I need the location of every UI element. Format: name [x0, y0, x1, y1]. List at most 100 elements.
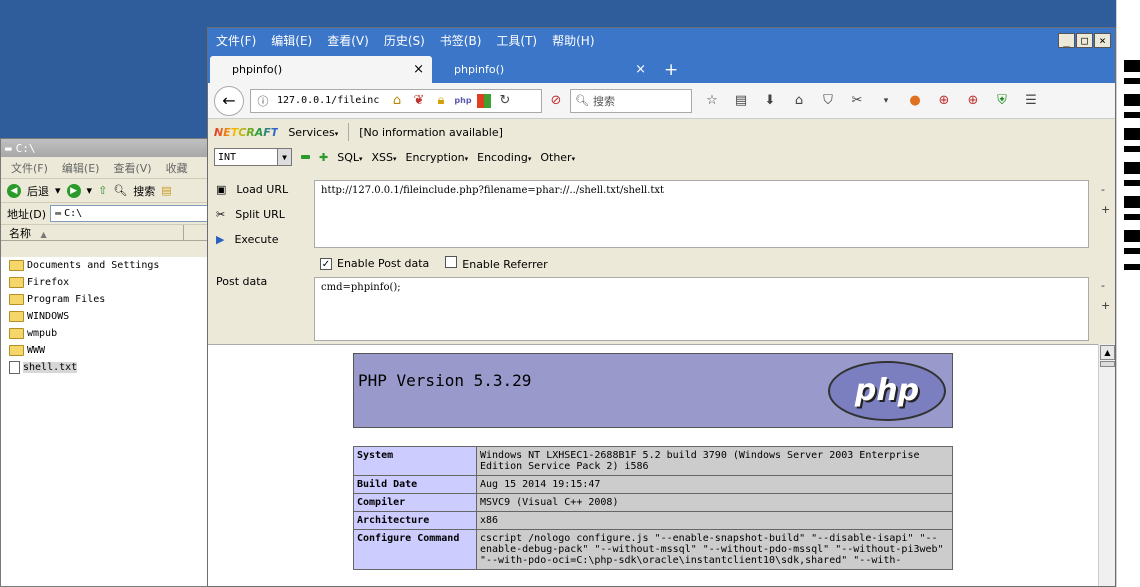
- list-item[interactable]: Documents and Settings: [1, 257, 212, 274]
- row-value: Windows NT LXHSEC1-2688B1F 5.2 build 379…: [476, 446, 953, 476]
- table-row: Compiler MSVC9 (Visual C++ 2008): [353, 493, 953, 512]
- new-tab-icon[interactable]: +: [654, 60, 688, 83]
- addon-orange-icon[interactable]: ●: [907, 93, 923, 109]
- back-button[interactable]: ←: [214, 85, 244, 116]
- scroll-up-icon[interactable]: ▲: [1100, 345, 1115, 360]
- block-addon-icon[interactable]: ⊘: [548, 93, 564, 109]
- load-url-icon: ▣: [216, 183, 227, 196]
- forward-dropdown-icon[interactable]: ▾: [87, 184, 93, 197]
- screenshot-addon-icon[interactable]: ✂: [849, 93, 865, 109]
- ff-menu-tools[interactable]: 工具(T): [496, 32, 537, 49]
- hackbar-url-input[interactable]: http://127.0.0.1/fileinclude.php?filenam…: [314, 180, 1089, 248]
- expand-post-button[interactable]: +: [1101, 299, 1110, 312]
- ff-menu-view[interactable]: 查看(V): [327, 32, 369, 49]
- dropdown-icon[interactable]: ▾: [878, 93, 894, 109]
- reload-icon[interactable]: ↻: [497, 93, 513, 109]
- explorer-menu-view[interactable]: 查看(V): [113, 160, 151, 176]
- close-tab-icon[interactable]: ×: [413, 62, 424, 77]
- search-bar[interactable]: 🔍︎ 搜索: [570, 88, 692, 113]
- back-arrow-icon[interactable]: ◀: [7, 183, 21, 198]
- download-icon[interactable]: ⬇: [762, 93, 778, 109]
- ff-menu-history[interactable]: 历史(S): [384, 32, 425, 49]
- sql-menu[interactable]: SQL▾: [337, 151, 362, 164]
- xss-menu[interactable]: XSS▾: [372, 151, 397, 164]
- row-value: Aug 15 2014 19:15:47: [476, 475, 953, 494]
- address-input[interactable]: ▬ C:\: [50, 205, 212, 222]
- list-item[interactable]: Program Files: [1, 291, 212, 308]
- maximize-button[interactable]: □: [1076, 33, 1093, 48]
- reading-list-icon[interactable]: ▤: [733, 93, 749, 109]
- search-button[interactable]: 搜索: [133, 183, 155, 199]
- addon-search-icon[interactable]: ⊕: [965, 93, 981, 109]
- list-item[interactable]: wmpub: [1, 325, 212, 342]
- scroll-thumb[interactable]: [1100, 361, 1115, 367]
- pocket-icon[interactable]: ⛉: [820, 93, 836, 109]
- row-value: MSVC9 (Visual C++ 2008): [476, 493, 953, 512]
- close-tab-icon[interactable]: ×: [635, 62, 646, 77]
- ff-menu-help[interactable]: 帮助(H): [552, 32, 594, 49]
- back-arrow-icon: ←: [222, 91, 236, 110]
- php-logo-text: php: [854, 373, 920, 408]
- dropdown-icon: ▾: [527, 154, 532, 163]
- services-menu[interactable]: Services▾: [288, 126, 338, 139]
- explorer-menu-favorites[interactable]: 收藏: [166, 160, 188, 176]
- feather-icon[interactable]: ❦: [411, 93, 427, 109]
- close-button[interactable]: ×: [1094, 33, 1111, 48]
- explorer-toolbar: ◀ 后退 ▾ ▶ ▾ ⇧ 🔍︎ 搜索 ▤: [1, 179, 212, 203]
- execute-button[interactable]: ▶ Execute: [214, 227, 310, 252]
- home-addon-icon[interactable]: ⌂: [389, 93, 405, 109]
- back-dropdown-icon[interactable]: ▾: [55, 184, 61, 197]
- minimize-button[interactable]: _: [1058, 33, 1075, 48]
- lock-icon[interactable]: 🔒︎: [433, 93, 449, 109]
- split-url-label: Split URL: [235, 208, 285, 221]
- windows-logo-icon[interactable]: [477, 93, 491, 108]
- row-key: Configure Command: [353, 529, 477, 570]
- column-name[interactable]: 名称 ▲: [1, 225, 184, 240]
- ff-menu-bookmarks[interactable]: 书签(B): [440, 32, 482, 49]
- tab-phpinfo-2[interactable]: phpinfo() ×: [432, 56, 654, 83]
- file-name: Documents and Settings: [27, 260, 160, 271]
- explorer-menu-edit[interactable]: 编辑(E): [62, 160, 100, 176]
- plus-icon[interactable]: ✚: [319, 151, 328, 164]
- shield-addon-icon[interactable]: ⛨: [994, 93, 1010, 109]
- minus-icon[interactable]: [301, 155, 310, 159]
- info-icon[interactable]: ⓘ: [255, 93, 271, 109]
- enable-post-checkbox[interactable]: ✓ Enable Post data: [320, 257, 429, 271]
- encryption-menu[interactable]: Encryption▾: [406, 151, 469, 164]
- tab-phpinfo-1[interactable]: phpinfo() ×: [210, 56, 432, 83]
- phpinfo-table: System Windows NT LXHSEC1-2688B1F 5.2 bui…: [353, 446, 953, 570]
- vertical-scrollbar[interactable]: ▲: [1098, 344, 1115, 586]
- shrink-url-button[interactable]: -: [1101, 183, 1105, 196]
- list-item[interactable]: Firefox: [1, 274, 212, 291]
- xss-label: XSS: [371, 150, 394, 164]
- enable-referrer-checkbox[interactable]: Enable Referrer: [445, 256, 548, 271]
- url-bar[interactable]: ⓘ 127.0.0.1/fileinc ⌂ ❦ 🔒︎ php ↻: [250, 88, 542, 113]
- load-url-button[interactable]: ▣ Load URL: [214, 177, 310, 202]
- column-name-label: 名称: [9, 227, 31, 240]
- shrink-post-button[interactable]: -: [1101, 279, 1105, 292]
- folders-icon[interactable]: ▤: [161, 184, 171, 197]
- list-item[interactable]: shell.txt: [1, 359, 212, 376]
- ff-menu-file[interactable]: 文件(F): [216, 32, 256, 49]
- post-data-input[interactable]: cmd=phpinfo();: [314, 277, 1089, 341]
- forward-arrow-icon[interactable]: ▶: [66, 183, 81, 198]
- bookmark-star-icon[interactable]: ☆: [704, 93, 720, 109]
- type-select[interactable]: INT ▼: [214, 148, 292, 166]
- split-url-button[interactable]: ✂ Split URL: [214, 202, 310, 227]
- expand-url-button[interactable]: +: [1101, 203, 1110, 216]
- ff-menu-edit[interactable]: 编辑(E): [271, 32, 312, 49]
- back-button[interactable]: 后退: [27, 183, 49, 199]
- list-item[interactable]: WWW: [1, 342, 212, 359]
- php-addon-icon[interactable]: php: [454, 93, 471, 109]
- explorer-menu-file[interactable]: 文件(F): [11, 160, 48, 176]
- addon-search-red-icon[interactable]: ⊕: [936, 93, 952, 109]
- encoding-menu[interactable]: Encoding▾: [477, 151, 531, 164]
- home-icon[interactable]: ⌂: [791, 93, 807, 109]
- other-menu[interactable]: Other▾: [540, 151, 575, 164]
- netcraft-logo[interactable]: NETCRAFT: [214, 126, 278, 139]
- hamburger-menu-icon[interactable]: ☰: [1023, 93, 1039, 109]
- window-controls: _ □ ×: [1058, 33, 1115, 48]
- up-folder-icon[interactable]: ⇧: [98, 184, 107, 197]
- list-item[interactable]: WINDOWS: [1, 308, 212, 325]
- search-icon[interactable]: 🔍︎: [113, 184, 127, 197]
